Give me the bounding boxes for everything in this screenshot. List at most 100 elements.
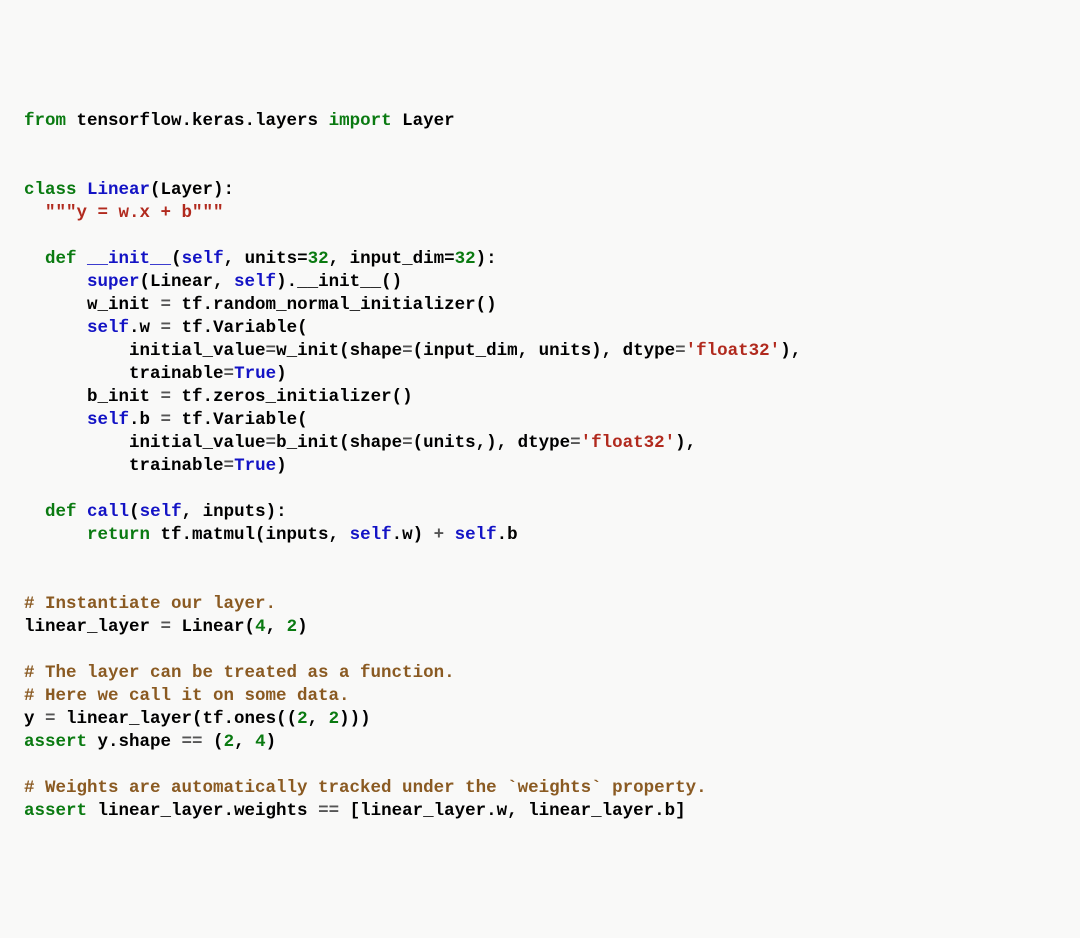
- code-token: (: [171, 249, 182, 269]
- code-token: Linear(: [171, 617, 255, 637]
- code-token: 'float32': [686, 341, 781, 361]
- code-token: [24, 272, 87, 292]
- code-token: [444, 525, 455, 545]
- code-token: 4: [255, 732, 266, 752]
- code-token: 'float32': [581, 433, 676, 453]
- code-token: [24, 502, 45, 522]
- code-token: (: [203, 732, 224, 752]
- code-token: b_init: [24, 387, 161, 407]
- code-token: 2: [329, 709, 340, 729]
- code-token: [24, 318, 87, 338]
- code-token: tf.zeros_initializer(): [171, 387, 413, 407]
- code-token: self: [140, 502, 182, 522]
- code-token: [77, 249, 88, 269]
- code-token: .w): [392, 525, 434, 545]
- code-token: ,: [234, 732, 255, 752]
- code-token: def: [45, 502, 77, 522]
- code-token: super: [87, 272, 140, 292]
- code-token: [24, 525, 87, 545]
- code-token: """y = w.x + b""": [45, 203, 224, 223]
- code-token: 2: [224, 732, 235, 752]
- code-token: tensorflow.keras.layers: [66, 111, 329, 131]
- code-token: [24, 249, 45, 269]
- code-token: =: [161, 318, 172, 338]
- code-token: =: [224, 456, 235, 476]
- code-token: class: [24, 180, 77, 200]
- code-token: w_init: [24, 295, 161, 315]
- code-token: call: [87, 502, 129, 522]
- code-token: (Layer):: [150, 180, 234, 200]
- code-token: =: [266, 341, 277, 361]
- code-token: [77, 180, 88, 200]
- code-token: [linear_layer.w, linear_layer.b]: [339, 801, 686, 821]
- code-token: tf.random_normal_initializer(): [171, 295, 497, 315]
- code-token: initial_value: [24, 341, 266, 361]
- code-token: .w: [129, 318, 161, 338]
- code-token: =: [161, 387, 172, 407]
- code-token: ))): [339, 709, 371, 729]
- code-token: True: [234, 456, 276, 476]
- code-token: (Linear,: [140, 272, 235, 292]
- code-token: 4: [255, 617, 266, 637]
- code-token: w_init(shape: [276, 341, 402, 361]
- code-token: =: [402, 433, 413, 453]
- code-token: assert: [24, 732, 87, 752]
- code-token: ==: [182, 732, 203, 752]
- code-token: 32: [308, 249, 329, 269]
- code-token: b_init(shape: [276, 433, 402, 453]
- code-token: # Weights are automatically tracked unde…: [24, 778, 707, 798]
- code-token: =: [570, 433, 581, 453]
- code-token: Linear: [87, 180, 150, 200]
- code-token: .b: [129, 410, 161, 430]
- code-token: =: [161, 295, 172, 315]
- code-token: tf.Variable(: [171, 318, 308, 338]
- code-token: linear_layer(tf.ones((: [56, 709, 298, 729]
- code-token: ),: [780, 341, 801, 361]
- code-token: def: [45, 249, 77, 269]
- code-token: [24, 410, 87, 430]
- code-token: True: [234, 364, 276, 384]
- code-token: +: [434, 525, 445, 545]
- code-token: trainable: [24, 364, 224, 384]
- code-token: , units=: [224, 249, 308, 269]
- code-token: tf.matmul(inputs,: [150, 525, 350, 545]
- code-token: ),: [675, 433, 696, 453]
- code-token: =: [161, 617, 172, 637]
- code-token: # The layer can be treated as a function…: [24, 663, 455, 683]
- code-token: Layer: [392, 111, 455, 131]
- code-token: initial_value: [24, 433, 266, 453]
- code-token: self: [455, 525, 497, 545]
- code-token: __init__: [87, 249, 171, 269]
- code-token: ): [276, 456, 287, 476]
- code-token: self: [234, 272, 276, 292]
- code-token: =: [45, 709, 56, 729]
- code-token: ): [266, 732, 277, 752]
- code-token: ): [297, 617, 308, 637]
- code-token: 2: [297, 709, 308, 729]
- code-token: self: [350, 525, 392, 545]
- code-token: , inputs):: [182, 502, 287, 522]
- code-token: trainable: [24, 456, 224, 476]
- code-token: [24, 203, 45, 223]
- code-token: (units,), dtype: [413, 433, 571, 453]
- code-token: =: [161, 410, 172, 430]
- code-token: # Instantiate our layer.: [24, 594, 276, 614]
- code-token: ).__init__(): [276, 272, 402, 292]
- code-token: y.shape: [87, 732, 182, 752]
- code-token: 2: [287, 617, 298, 637]
- code-token: ):: [476, 249, 497, 269]
- code-token: (: [129, 502, 140, 522]
- code-token: ,: [266, 617, 287, 637]
- code-token: self: [87, 410, 129, 430]
- code-token: from: [24, 111, 66, 131]
- code-token: y: [24, 709, 45, 729]
- code-token: .b: [497, 525, 518, 545]
- code-token: , input_dim=: [329, 249, 455, 269]
- code-token: [77, 502, 88, 522]
- code-token: ): [276, 364, 287, 384]
- code-token: 32: [455, 249, 476, 269]
- code-token: linear_layer.weights: [87, 801, 318, 821]
- code-token: =: [675, 341, 686, 361]
- code-token: import: [329, 111, 392, 131]
- code-token: ,: [308, 709, 329, 729]
